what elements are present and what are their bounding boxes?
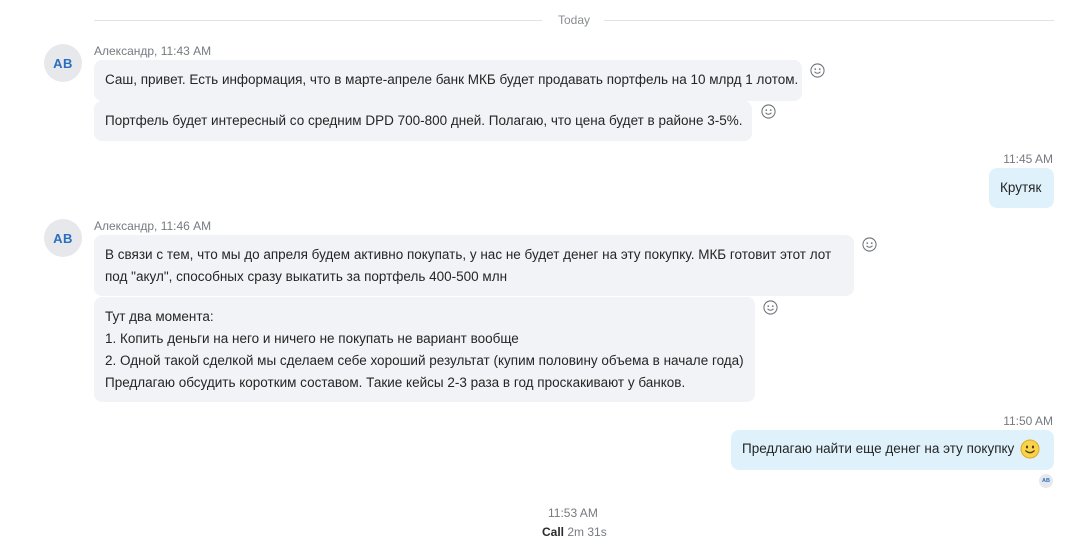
avatar[interactable]: AB: [44, 44, 82, 82]
read-receipt-avatar: AB: [1039, 474, 1053, 488]
message-text: Крутяк: [1000, 180, 1042, 195]
divider-line-left: [94, 20, 542, 21]
call-summary[interactable]: Call 2m 31s: [542, 525, 607, 539]
divider-line-right: [604, 20, 1054, 21]
call-label: Call: [542, 525, 565, 539]
message-text-line: 2. Одной такой сделкой мы сделаем себе х…: [105, 353, 744, 368]
message-bubble[interactable]: Саш, привет. Есть информация, что в март…: [94, 60, 802, 101]
sender-timestamp: Александр, 11:46 AM: [94, 219, 212, 233]
message-bubble[interactable]: Тут два момента: 1. Копить деньги на нег…: [94, 297, 755, 402]
add-reaction-icon[interactable]: [761, 104, 776, 119]
avatar[interactable]: AB: [44, 219, 82, 257]
message-text-line: В связи с тем, что мы до апреля будем ак…: [105, 247, 832, 262]
outgoing-message-bubble[interactable]: Крутяк: [989, 168, 1054, 208]
avatar-initials: AB: [53, 230, 73, 246]
avatar-initials: AB: [53, 55, 73, 71]
add-reaction-icon[interactable]: [763, 300, 778, 315]
call-duration: 2m 31s: [567, 525, 607, 539]
message-text-line: Тут два момента:: [105, 309, 214, 324]
outgoing-message-bubble[interactable]: Предлагаю найти еще денег на эту покупку: [731, 430, 1054, 470]
date-divider-label: Today: [558, 13, 591, 27]
message-timestamp: 11:50 AM: [1003, 414, 1053, 428]
message-text-line: 1. Копить деньги на него и ничего не пок…: [105, 331, 519, 346]
message-text: Саш, привет. Есть информация, что в март…: [105, 72, 799, 87]
message-text-line: под "акул", способных сразу выкатить за …: [105, 269, 508, 284]
message-text-line: Предлагаю обсудить коротким составом. Та…: [105, 375, 686, 390]
message-text: Предлагаю найти еще денег на эту покупку: [742, 441, 1015, 456]
add-reaction-icon[interactable]: [862, 237, 877, 252]
sender-timestamp: Александр, 11:43 AM: [94, 44, 212, 58]
call-timestamp: 11:53 AM: [548, 506, 598, 520]
message-bubble[interactable]: Портфель будет интересный со средним DPD…: [94, 101, 752, 141]
smiley-emoji-icon: [1020, 439, 1040, 459]
message-timestamp: 11:45 AM: [1003, 152, 1053, 166]
add-reaction-icon[interactable]: [810, 63, 825, 78]
message-text: Портфель будет интересный со средним DPD…: [105, 113, 743, 128]
read-receipt-initials: AB: [1042, 478, 1050, 484]
message-bubble[interactable]: В связи с тем, что мы до апреля будем ак…: [94, 235, 854, 296]
